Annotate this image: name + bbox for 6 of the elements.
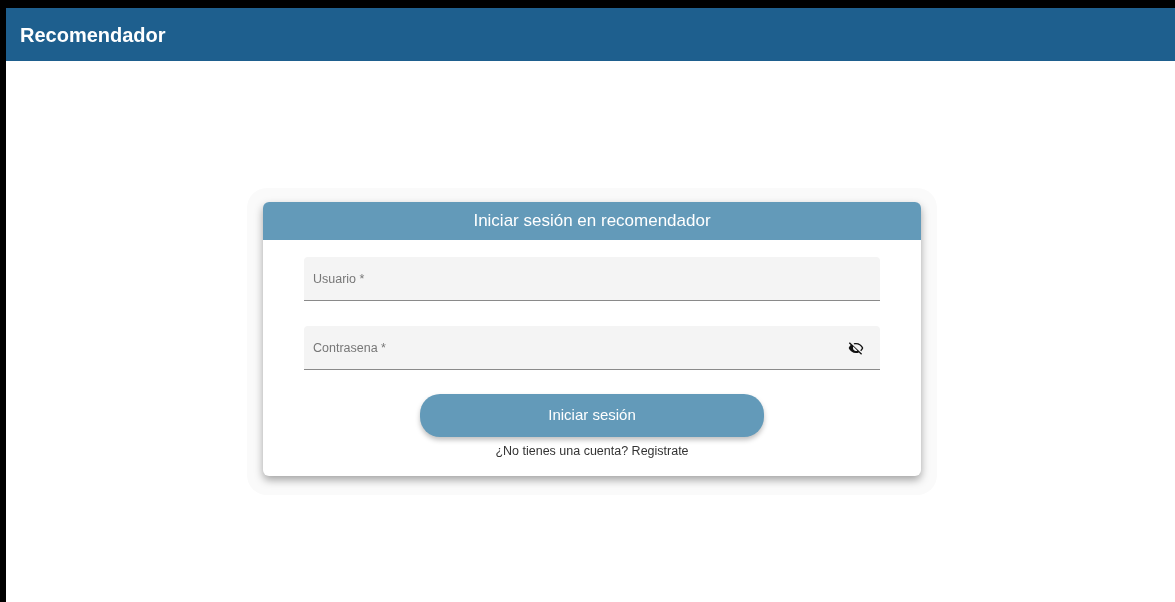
username-field[interactable]: Usuario * [304, 257, 880, 301]
password-field[interactable]: Contrasena * [304, 326, 880, 370]
app-title: Recomendador [20, 22, 166, 48]
eye-slash-icon[interactable] [847, 340, 865, 356]
card-title: Iniciar sesión en recomendador [473, 210, 711, 233]
register-link[interactable]: ¿No tienes una cuenta? Registrate [495, 442, 689, 461]
